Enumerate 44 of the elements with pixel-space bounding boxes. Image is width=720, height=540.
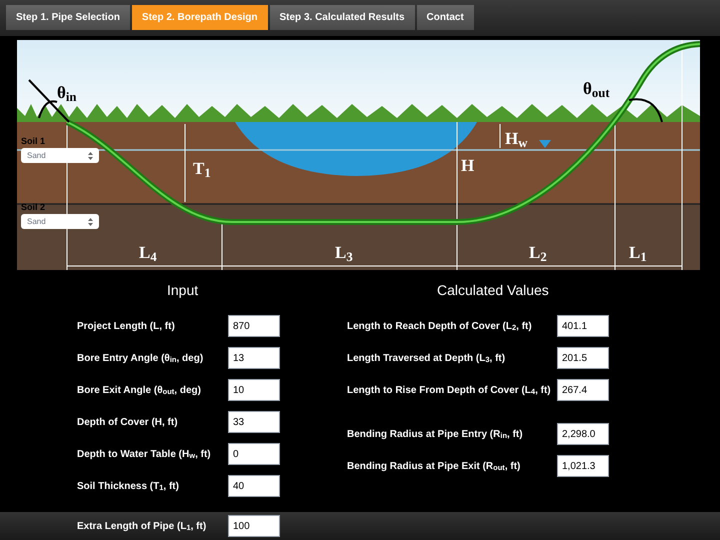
dimension-label: L$_{2}$ [529,244,547,261]
section-title: Calculated Values [436,281,550,300]
value-field[interactable]: 100 [228,515,280,537]
field-label: Length to Reach Depth of Cover (L$_{2}$, ft) [347,320,533,334]
field-label: Extra Length of Pipe (L$_{1}$, ft) [77,520,208,534]
dimension-label: L$_{4}$ [139,244,157,261]
value-field[interactable]: 40 [228,475,280,497]
value-field[interactable]: 1,021.3 [557,455,609,477]
dimension-label: L$_{1}$ [629,244,647,261]
value-field[interactable]: 267.4 [557,379,609,401]
soil-dropdown[interactable]: Sand [21,148,99,163]
field-label: Length Traversed at Depth (L$_{3}$, ft) [347,352,506,366]
dimension-label: L$_{3}$ [335,244,353,261]
value-field[interactable]: 13 [228,347,280,369]
field-label: Bore Exit Angle (θ$_{out}$, deg) [77,384,202,398]
soil-dropdown[interactable]: Sand [21,214,99,229]
dimension-label: H [461,157,474,174]
value-field[interactable]: 2,298.0 [557,423,609,445]
field-label: Depth of Cover (H, ft) [77,416,179,430]
section-title: Input [166,281,200,300]
nav-tab[interactable]: Step 3. Calculated Results [270,5,415,30]
angle-label: θ$_{out}$ [583,80,610,97]
value-field[interactable]: 33 [228,411,280,433]
value-field[interactable]: 401.1 [557,315,609,337]
angle-label: θ$_{in}$ [57,84,77,101]
updown-icon [88,152,93,160]
field-label: Depth to Water Table (H$_{w}$, ft) [77,448,212,462]
dimension-label: T$_{1}$ [193,160,211,177]
soil-label: Soil 1 [21,137,46,146]
updown-icon [88,218,93,226]
nav-tab[interactable]: Step 1. Pipe Selection [6,5,130,30]
value-field[interactable]: 10 [228,379,280,401]
dimension-label: H$_{w}$ [505,130,528,147]
field-label: Bending Radius at Pipe Exit (R$_{out}$, ft) [347,460,522,474]
value-field[interactable]: 870 [228,315,280,337]
field-label: Project Length (L, ft) [77,320,176,334]
soil-label: Soil 2 [21,203,46,212]
field-label: Length to Rise From Depth of Cover (L$_{4}$, ft) [347,384,552,398]
field-label: Bore Entry Angle (θ$_{in}$, deg) [77,352,204,366]
nav-tab[interactable]: Contact [416,5,474,30]
field-label: Bending Radius at Pipe Entry (R$_{in}$, ft) [347,428,524,442]
value-field[interactable]: 0 [228,443,280,465]
value-field[interactable]: 201.5 [557,347,609,369]
field-label: Soil Thickness (T$_{1}$, ft) [77,480,180,494]
